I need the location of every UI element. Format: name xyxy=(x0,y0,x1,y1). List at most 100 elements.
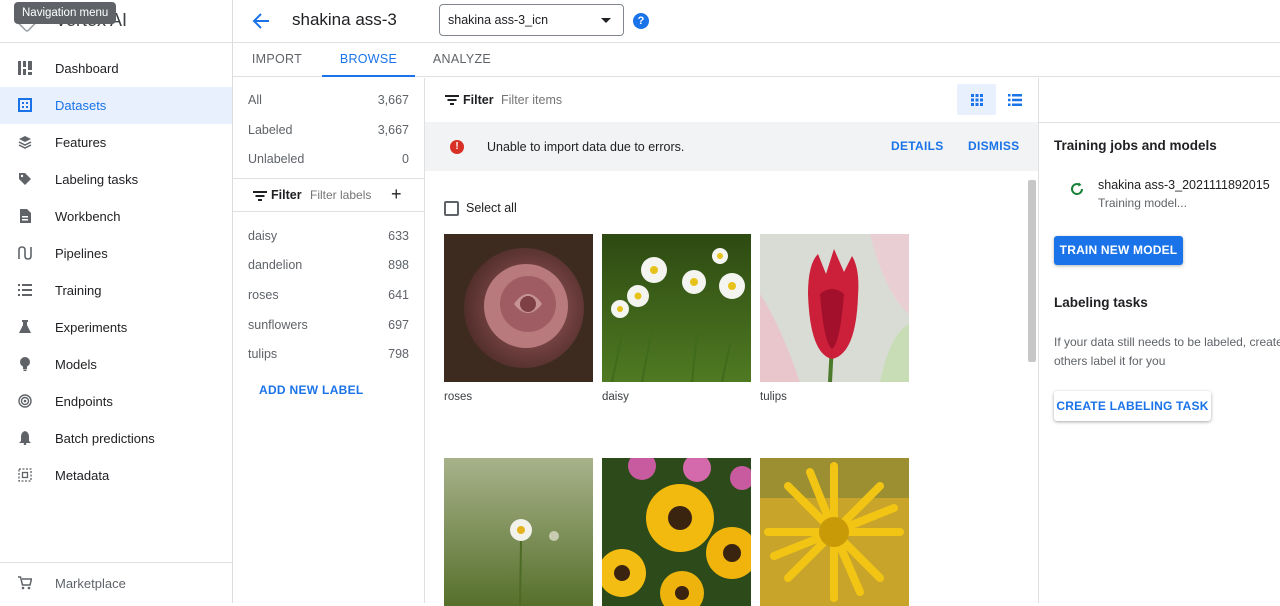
tab-import[interactable]: IMPORT xyxy=(233,43,321,77)
dashboard-icon xyxy=(17,60,33,76)
create-labeling-task-button[interactable]: CREATE LABELING TASK xyxy=(1054,391,1211,421)
chevron-down-icon xyxy=(601,18,611,23)
labeling-tasks-heading: Labeling tasks xyxy=(1054,295,1148,310)
training-jobs-heading: Training jobs and models xyxy=(1054,138,1217,153)
label-count: 898 xyxy=(388,258,409,272)
count-value: 3,667 xyxy=(377,123,409,137)
label-row-dandelion[interactable]: dandelion 898 xyxy=(233,253,425,277)
right-panel-toolbar xyxy=(1039,78,1280,123)
label-row-roses[interactable]: roses 641 xyxy=(233,283,425,307)
sidebar-item-label: Features xyxy=(55,135,107,150)
flower-image xyxy=(602,458,751,606)
dismiss-button[interactable]: DISMISS xyxy=(968,139,1019,153)
sidebar-item-models[interactable]: Models xyxy=(0,346,232,383)
image-caption: daisy xyxy=(602,391,629,403)
count-row-labeled[interactable]: Labeled 3,667 xyxy=(233,118,425,142)
filter-icon[interactable] xyxy=(253,191,267,201)
count-row-unlabeled[interactable]: Unlabeled 0 xyxy=(233,147,425,171)
image-browser: Filter ! Unable to import data due to er… xyxy=(425,78,1039,606)
labeling-tasks-description: If your data still needs to be labeled, … xyxy=(1054,335,1280,368)
image-caption: roses xyxy=(444,391,473,403)
models-bulb-icon xyxy=(17,356,33,372)
sidebar-item-metadata[interactable]: Metadata xyxy=(0,457,232,494)
image-caption: tulips xyxy=(760,391,787,403)
dataset-select[interactable]: shakina ass-3_icn xyxy=(439,4,624,36)
grid-view-icon[interactable] xyxy=(957,84,996,115)
dataset-select-value: shakina ass-3_icn xyxy=(448,13,549,27)
count-label: Unlabeled xyxy=(248,152,305,166)
select-all-checkbox[interactable] xyxy=(444,201,459,216)
train-new-model-button[interactable]: TRAIN NEW MODEL xyxy=(1054,236,1183,265)
add-icon[interactable]: + xyxy=(391,185,402,203)
labels-filter-bar: Filter + xyxy=(233,178,425,212)
sidebar-footer: Marketplace xyxy=(0,562,232,603)
details-button[interactable]: DETAILS xyxy=(891,139,944,153)
training-job-name[interactable]: shakina ass-3_2021111892015 xyxy=(1098,178,1270,192)
import-error-banner: ! Unable to import data due to errors. D… xyxy=(425,122,1038,171)
sidebar-item-labeling-tasks[interactable]: Labeling tasks xyxy=(0,161,232,198)
add-new-label-link[interactable]: ADD NEW LABEL xyxy=(259,383,364,397)
label-row-sunflowers[interactable]: sunflowers 697 xyxy=(233,313,425,337)
labels-filter-label: Filter xyxy=(271,188,302,202)
sidebar-item-dashboard[interactable]: Dashboard xyxy=(0,50,232,87)
error-message: Unable to import data due to errors. xyxy=(487,140,685,154)
navigation-sidebar: Vertex AI Navigation menu Dashboard Data… xyxy=(0,0,233,603)
label-row-tulips[interactable]: tulips 798 xyxy=(233,342,425,366)
list-view-icon[interactable] xyxy=(1003,84,1027,115)
label-tag-icon xyxy=(17,171,33,187)
sidebar-item-endpoints[interactable]: Endpoints xyxy=(0,383,232,420)
tab-analyze[interactable]: ANALYZE xyxy=(416,43,508,77)
label-name: roses xyxy=(248,288,279,302)
back-arrow-icon[interactable] xyxy=(249,9,273,33)
image-grid-scrollbar[interactable] xyxy=(1028,180,1036,362)
models-panel: Training jobs and models shakina ass-3_2… xyxy=(1039,78,1280,603)
sidebar-item-label: Training xyxy=(55,283,102,298)
sidebar-item-training[interactable]: Training xyxy=(0,272,232,309)
sidebar-item-features[interactable]: Features xyxy=(0,124,232,161)
rose-image xyxy=(444,234,593,382)
sidebar-item-batch-predictions[interactable]: Batch predictions xyxy=(0,420,232,457)
count-value: 0 xyxy=(402,152,409,166)
filter-icon[interactable] xyxy=(445,95,459,105)
page-header: shakina ass-3 shakina ass-3_icn ? xyxy=(233,0,1280,43)
sidebar-item-label: Endpoints xyxy=(55,394,113,409)
batch-predictions-bell-icon xyxy=(17,430,33,446)
pipelines-icon xyxy=(17,245,33,261)
tulip-image xyxy=(760,234,909,382)
sidebar-item-label: Experiments xyxy=(55,320,128,335)
sidebar-item-pipelines[interactable]: Pipelines xyxy=(0,235,232,272)
tab-bar: IMPORT BROWSE ANALYZE xyxy=(233,43,1280,77)
sidebar-item-label: Pipelines xyxy=(55,246,108,261)
datasets-icon xyxy=(17,97,33,113)
features-icon xyxy=(17,134,33,150)
items-filter-label: Filter xyxy=(463,93,494,107)
label-name: tulips xyxy=(248,347,278,361)
items-filter-input[interactable] xyxy=(501,91,701,109)
sidebar-item-datasets[interactable]: Datasets xyxy=(0,87,232,124)
count-value: 3,667 xyxy=(377,93,409,107)
sidebar-item-experiments[interactable]: Experiments xyxy=(0,309,232,346)
count-row-all[interactable]: All 3,667 xyxy=(233,88,425,112)
labels-filter-input[interactable] xyxy=(310,186,398,204)
experiments-flask-icon xyxy=(17,319,33,335)
training-icon xyxy=(17,282,33,298)
sidebar-item-label: Metadata xyxy=(55,468,110,483)
label-name: dandelion xyxy=(248,258,303,272)
label-count: 697 xyxy=(388,318,409,332)
sidebar-item-workbench[interactable]: Workbench xyxy=(0,198,232,235)
sidebar-item-marketplace[interactable]: Marketplace xyxy=(0,565,232,602)
label-row-daisy[interactable]: daisy 633 xyxy=(233,224,425,248)
sidebar-item-label: Dashboard xyxy=(55,61,119,76)
help-icon[interactable]: ? xyxy=(633,13,649,29)
flower-image xyxy=(444,458,593,606)
marketplace-cart-icon xyxy=(17,575,33,591)
sidebar-item-label: Labeling tasks xyxy=(55,172,139,187)
training-job-status: Training model... xyxy=(1098,196,1187,210)
flower-image xyxy=(760,458,909,606)
error-icon: ! xyxy=(450,140,464,154)
tab-browse[interactable]: BROWSE xyxy=(322,43,415,77)
sidebar-item-label: Marketplace xyxy=(55,576,126,591)
sidebar-item-label: Batch predictions xyxy=(55,431,155,446)
workbench-icon xyxy=(17,208,33,224)
sidebar-item-label: Workbench xyxy=(55,209,121,224)
